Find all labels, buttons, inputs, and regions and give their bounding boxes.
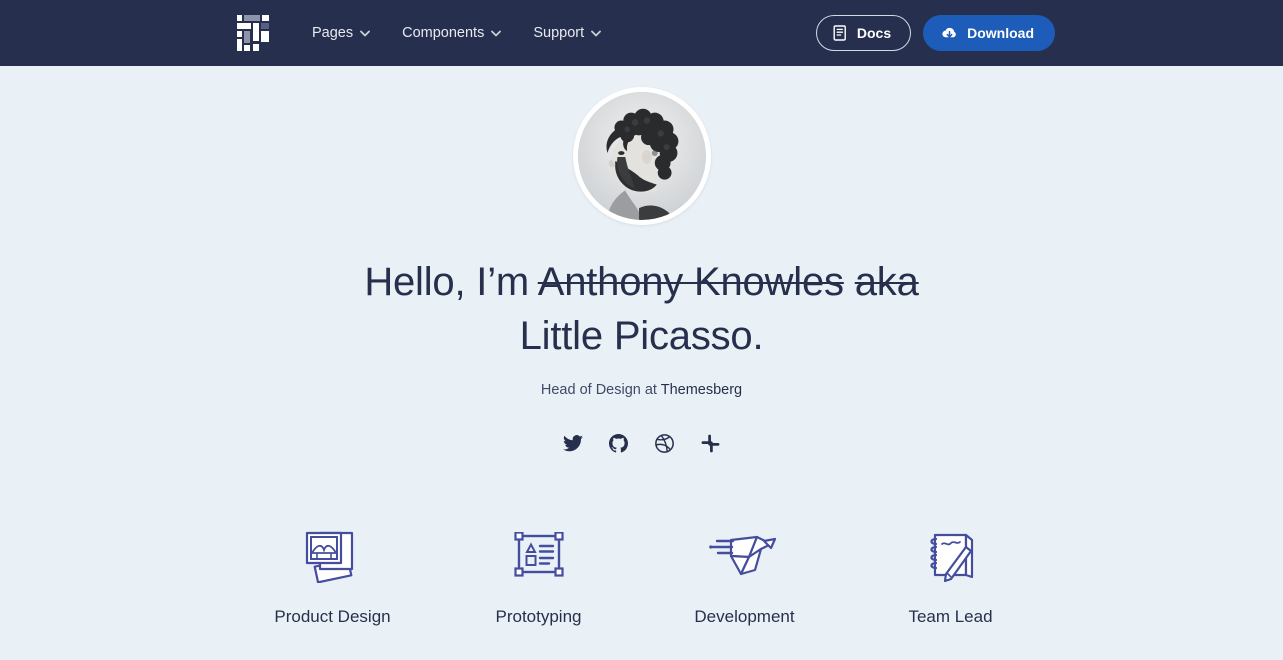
paper-bird-icon xyxy=(708,525,781,587)
nav-link-support[interactable]: Support xyxy=(533,24,602,41)
twitter-icon xyxy=(562,435,583,452)
nav-link-components[interactable]: Components xyxy=(402,24,502,41)
navbar-actions: Docs Download xyxy=(815,15,1055,51)
download-button[interactable]: Download xyxy=(923,15,1055,51)
chevron-down-icon xyxy=(491,30,502,36)
chevron-down-icon xyxy=(360,30,371,36)
social-link-slack[interactable] xyxy=(700,433,722,455)
feature-list: Product Design Prototyping Development T… xyxy=(230,525,1054,625)
hero-section: Hello, I’m Anthony Knowles aka Little Pi… xyxy=(0,66,1283,660)
feature-product-design[interactable]: Product Design xyxy=(230,525,436,625)
avatar-image xyxy=(577,92,706,220)
social-link-dribbble[interactable] xyxy=(654,433,676,455)
feature-product-design-label: Product Design xyxy=(274,606,391,626)
feature-development-label: Development xyxy=(694,606,795,626)
feature-development[interactable]: Development xyxy=(642,525,848,625)
dribbble-icon xyxy=(655,434,674,453)
nav-link-pages-label: Pages xyxy=(312,24,354,41)
download-button-label: Download xyxy=(967,25,1034,41)
social-link-twitter[interactable] xyxy=(562,433,584,455)
avatar xyxy=(572,87,711,225)
feature-team-lead[interactable]: Team Lead xyxy=(848,525,1054,625)
headline-struck-name: Anthony Knowles xyxy=(537,260,844,304)
social-link-github[interactable] xyxy=(608,433,630,455)
primary-nav-links: Pages Components Support xyxy=(312,24,602,41)
hero-subtitle-prefix: Head of Design at xyxy=(540,382,661,398)
docs-button-label: Docs xyxy=(856,25,892,41)
docs-button[interactable]: Docs xyxy=(815,15,912,51)
chevron-down-icon xyxy=(591,30,602,36)
social-links xyxy=(562,433,722,455)
themesberg-pixel-logo[interactable] xyxy=(237,15,269,51)
hero-subtitle: Head of Design at Themesberg xyxy=(541,383,742,398)
headline-nickname: Little Picasso. xyxy=(519,314,764,358)
feature-prototyping-label: Prototyping xyxy=(495,606,582,626)
feature-team-lead-label: Team Lead xyxy=(908,606,993,626)
navbar-inner: Pages Components Support Docs Download xyxy=(0,0,1283,66)
headline-greeting: Hello, I’m xyxy=(364,260,538,304)
nav-link-pages[interactable]: Pages xyxy=(312,24,371,41)
notepad-pencil-icon xyxy=(925,525,977,587)
slack-icon xyxy=(701,434,720,453)
cloud-download-icon xyxy=(942,27,956,38)
nav-link-support-label: Support xyxy=(533,24,585,41)
hero-subtitle-company-link[interactable]: Themesberg xyxy=(661,382,742,398)
top-navigation-bar: Pages Components Support Docs Download xyxy=(0,0,1283,66)
wireframe-icon xyxy=(513,525,564,587)
headline-struck-aka: aka xyxy=(854,260,919,304)
book-icon xyxy=(833,25,846,41)
photo-stack-icon xyxy=(304,525,362,587)
nav-link-components-label: Components xyxy=(402,24,485,41)
github-icon xyxy=(609,434,628,453)
page-title: Hello, I’m Anthony Knowles aka Little Pi… xyxy=(362,255,922,363)
feature-prototyping[interactable]: Prototyping xyxy=(436,525,642,625)
